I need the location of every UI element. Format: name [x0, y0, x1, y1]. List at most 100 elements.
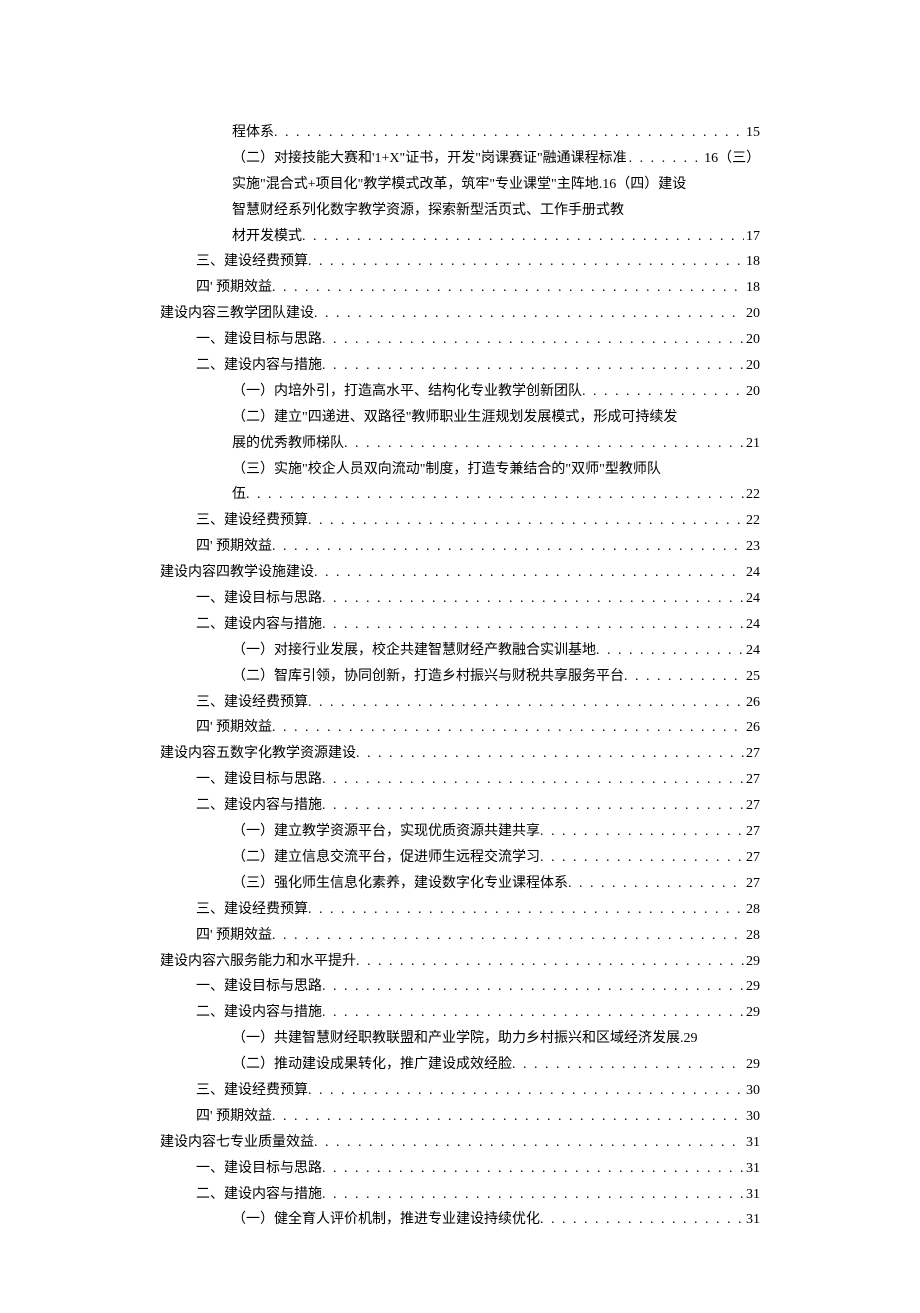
- toc-entry: 一、建设目标与思路27: [160, 767, 760, 793]
- toc-page-number: 20: [744, 353, 760, 379]
- toc-entry-text: 三、建设经费预算: [196, 1078, 308, 1104]
- toc-entry: 实施"混合式+项目化"教学模式改革，筑牢"专业课堂"主阵地.16（四）建设: [160, 172, 760, 198]
- toc-entry: 四' 预期效益 23: [160, 534, 760, 560]
- toc-page-number: 29: [744, 1000, 760, 1026]
- toc-entry: （三）强化师生信息化素养，建设数字化专业课程体系27: [160, 871, 760, 897]
- toc-leader-dots: [322, 353, 744, 379]
- toc-entry-text: 二、建设内容与措施: [196, 1000, 322, 1026]
- toc-entry-text: （二）智库引领，协同创新，打造乡村振兴与财税共享服务平台: [232, 664, 624, 690]
- toc-page-number: 31: [744, 1130, 760, 1156]
- toc-entry-text: （三）实施"校企人员双向流动"制度，打造专兼结合的"双师"型教师队: [232, 457, 661, 483]
- toc-entry: 三、建设经费预算 22: [160, 508, 760, 534]
- toc-page-number: 29: [744, 1052, 760, 1078]
- toc-entry: 建设内容三教学团队建设 20: [160, 301, 760, 327]
- toc-entry: 一、建设目标与思路24: [160, 586, 760, 612]
- toc-page-number: 26: [744, 690, 760, 716]
- toc-leader-dots: [322, 767, 744, 793]
- toc-entry: （一）建立教学资源平台，实现优质资源共建共享27: [160, 819, 760, 845]
- toc-leader-dots: [624, 664, 744, 690]
- toc-page-number: 28: [744, 897, 760, 923]
- toc-page-number: 26: [744, 715, 760, 741]
- toc-page-number: 15: [744, 120, 760, 146]
- toc-page-number: 27: [744, 793, 760, 819]
- toc-entry-text: 三、建设经费预算: [196, 508, 308, 534]
- toc-entry: 程体系15: [160, 120, 760, 146]
- toc-entry-text: （一）对接行业发展，校企共建智慧财经产教融合实训基地: [232, 638, 596, 664]
- toc-leader-dots: [596, 638, 744, 664]
- toc-entry: 一、建设目标与思路31: [160, 1156, 760, 1182]
- toc-page-number: 28: [744, 923, 760, 949]
- toc-entry-text: 一、建设目标与思路: [196, 1156, 322, 1182]
- toc-entry-text: 实施"混合式+项目化"教学模式改革，筑牢"专业课堂"主阵地.16（四）建设: [232, 172, 686, 198]
- toc-entry-text: 四' 预期效益: [196, 715, 272, 741]
- toc-page-number: 23: [744, 534, 760, 560]
- toc-entry-text: 三、建设经费预算: [196, 897, 308, 923]
- toc-page-number: 16（三）: [702, 146, 760, 172]
- toc-entry-text: 材开发模式: [232, 224, 302, 250]
- toc-entry: 建设内容五数字化教学资源建设27: [160, 741, 760, 767]
- toc-entry: （三）实施"校企人员双向流动"制度，打造专兼结合的"双师"型教师队: [160, 457, 760, 483]
- toc-leader-dots: [356, 949, 744, 975]
- toc-entry: 建设内容四教学设施建设24: [160, 560, 760, 586]
- toc-leader-dots: [246, 482, 744, 508]
- toc-leader-dots: [272, 1104, 744, 1130]
- toc-entry-text: 二、建设内容与措施: [196, 353, 322, 379]
- toc-leader-dots: [302, 224, 744, 250]
- toc-entry: （二）建立信息交流平台，促进师生远程交流学习 27: [160, 845, 760, 871]
- toc-page-number: 27: [744, 741, 760, 767]
- toc-entry: 二、建设内容与措施24: [160, 612, 760, 638]
- toc-entry-text: 三、建设经费预算: [196, 249, 308, 275]
- toc-entry-text: （三）强化师生信息化素养，建设数字化专业课程体系: [232, 871, 568, 897]
- toc-page-number: 22: [744, 482, 760, 508]
- toc-page-number: 31: [744, 1182, 760, 1208]
- toc-entry-text: 智慧财经系列化数字教学资源，探索新型活页式、工作手册式教: [232, 198, 624, 224]
- toc-entry: 三、建设经费预算 28: [160, 897, 760, 923]
- toc-page-number: 30: [744, 1078, 760, 1104]
- toc-leader-dots: [314, 1130, 744, 1156]
- toc-entry: 三、建设经费预算 26: [160, 690, 760, 716]
- toc-page-number: 27: [744, 845, 760, 871]
- toc-entry: 一、建设目标与思路29: [160, 974, 760, 1000]
- toc-page-number: 24: [744, 560, 760, 586]
- toc-leader-dots: [540, 819, 744, 845]
- toc-page-number: 27: [744, 819, 760, 845]
- toc-entry: （二）推动建设成果转化，推广建设成效经脸 29: [160, 1052, 760, 1078]
- toc-page-number: 20: [744, 379, 760, 405]
- toc-page-number: 24: [744, 586, 760, 612]
- toc-leader-dots: [308, 690, 744, 716]
- toc-entry-text: 四' 预期效益: [196, 275, 272, 301]
- toc-entry-text: （一）共建智慧财经职教联盟和产业学院，助力乡村振兴和区域经济发展.29: [232, 1026, 698, 1052]
- toc-entry: （二）建立"四递进、双路径"教师职业生涯规划发展模式，形成可持续发: [160, 405, 760, 431]
- toc-entry: 三、建设经费预算18: [160, 249, 760, 275]
- toc-leader-dots: [314, 560, 744, 586]
- toc-entry-text: 四' 预期效益: [196, 534, 272, 560]
- toc-leader-dots: [322, 1156, 744, 1182]
- toc-leader-dots: [322, 1182, 744, 1208]
- toc-entry: （二）智库引领，协同创新，打造乡村振兴与财税共享服务平台25: [160, 664, 760, 690]
- toc-leader-dots: [322, 974, 744, 1000]
- toc-page-number: 29: [744, 949, 760, 975]
- toc-entry-text: 建设内容六服务能力和水平提升: [160, 949, 356, 975]
- toc-entry-text: （二）建立信息交流平台，促进师生远程交流学习: [232, 845, 540, 871]
- toc-page-number: 20: [744, 327, 760, 353]
- toc-leader-dots: [272, 275, 744, 301]
- toc-leader-dots: [314, 301, 744, 327]
- toc-leader-dots: [322, 1000, 744, 1026]
- toc-page-number: 24: [744, 612, 760, 638]
- toc-entry-text: 三、建设经费预算: [196, 690, 308, 716]
- toc-entry: 二、建设内容与措施27: [160, 793, 760, 819]
- toc-entry-text: （二）建立"四递进、双路径"教师职业生涯规划发展模式，形成可持续发: [232, 405, 677, 431]
- toc-entry: 二、建设内容与措施31: [160, 1182, 760, 1208]
- toc-entry-text: （二）对接技能大赛和'1+X"证书，开发"岗课赛证"融通课程标准: [232, 146, 627, 172]
- toc-entry: 建设内容七专业质量效益31: [160, 1130, 760, 1156]
- toc-page-number: 22: [744, 508, 760, 534]
- toc-entry-text: （二）推动建设成果转化，推广建设成效经脸: [232, 1052, 512, 1078]
- toc-entry: 一、建设目标与思路20: [160, 327, 760, 353]
- toc-entry-text: 建设内容三教学团队建设: [160, 301, 314, 327]
- document-page: 程体系15（二）对接技能大赛和'1+X"证书，开发"岗课赛证"融通课程标准. .…: [0, 0, 920, 1313]
- toc-entry: 三、建设经费预算 30: [160, 1078, 760, 1104]
- toc-page-number: 20: [744, 301, 760, 327]
- toc-entry: 四' 预期效益28: [160, 923, 760, 949]
- toc-entry: （一）健全育人评价机制，推进专业建设持续优化31: [160, 1207, 760, 1233]
- toc-leader-dots: [568, 871, 744, 897]
